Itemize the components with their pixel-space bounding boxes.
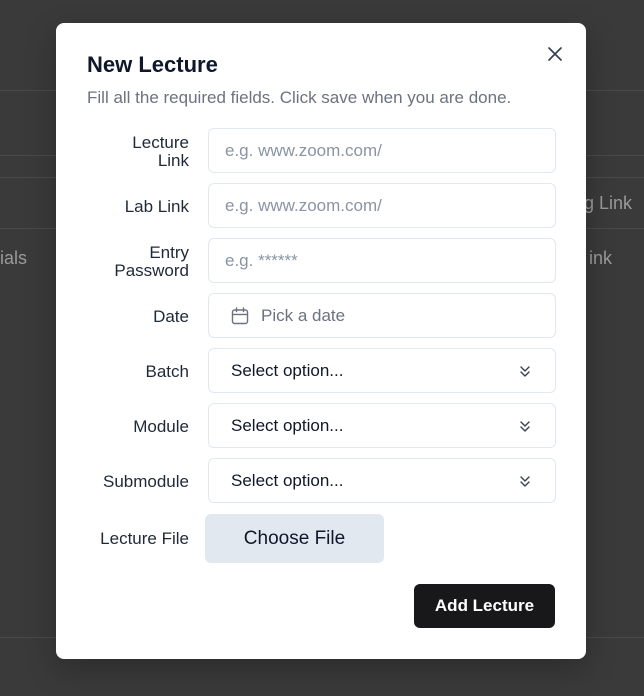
- close-icon: [548, 47, 562, 61]
- add-lecture-button[interactable]: Add Lecture: [414, 584, 555, 628]
- date-placeholder: Pick a date: [261, 305, 346, 325]
- bg-text: ials: [0, 248, 28, 268]
- batch-label: Batch: [145, 362, 189, 381]
- lecture-link-label-line2: Link: [157, 151, 189, 170]
- module-select-value: Select option...: [231, 415, 344, 435]
- submodule-select-value: Select option...: [231, 470, 344, 490]
- dialog-title: New Lecture: [87, 52, 218, 77]
- chevrons-down-icon: [520, 420, 530, 432]
- chevrons-down-icon: [520, 365, 530, 377]
- submodule-select[interactable]: Select option...: [208, 458, 556, 503]
- entry-password-label: Entry Password: [114, 244, 189, 280]
- batch-select[interactable]: Select option...: [208, 348, 556, 393]
- calendar-icon: [231, 306, 249, 324]
- module-label: Module: [133, 417, 189, 436]
- lecture-link-label: Lecture Link: [132, 134, 189, 170]
- batch-select-value: Select option...: [231, 360, 344, 380]
- dialog-description: Fill all the required fields. Click save…: [87, 88, 512, 107]
- submodule-label: Submodule: [102, 472, 189, 491]
- bg-text: ink: [589, 248, 613, 268]
- new-lecture-dialog: New Lecture Fill all the required fields…: [56, 23, 586, 659]
- lecture-link-label-line1: Lecture: [132, 133, 189, 152]
- module-select[interactable]: Select option...: [208, 403, 556, 448]
- date-label: Date: [153, 307, 189, 326]
- entry-password-label-line1: Entry: [149, 243, 189, 262]
- bg-text: g Link: [584, 193, 633, 213]
- chevrons-down-icon: [520, 475, 530, 487]
- date-picker-button[interactable]: Pick a date: [208, 293, 556, 338]
- lecture-file-label: Lecture File: [100, 529, 189, 548]
- entry-password-label-line2: Password: [114, 261, 189, 280]
- lecture-link-input[interactable]: [208, 128, 556, 173]
- entry-password-input[interactable]: [208, 238, 556, 283]
- close-button[interactable]: [544, 43, 566, 65]
- lab-link-label: Lab Link: [124, 197, 189, 216]
- lab-link-input[interactable]: [208, 183, 556, 228]
- choose-file-button[interactable]: Choose File: [205, 514, 384, 563]
